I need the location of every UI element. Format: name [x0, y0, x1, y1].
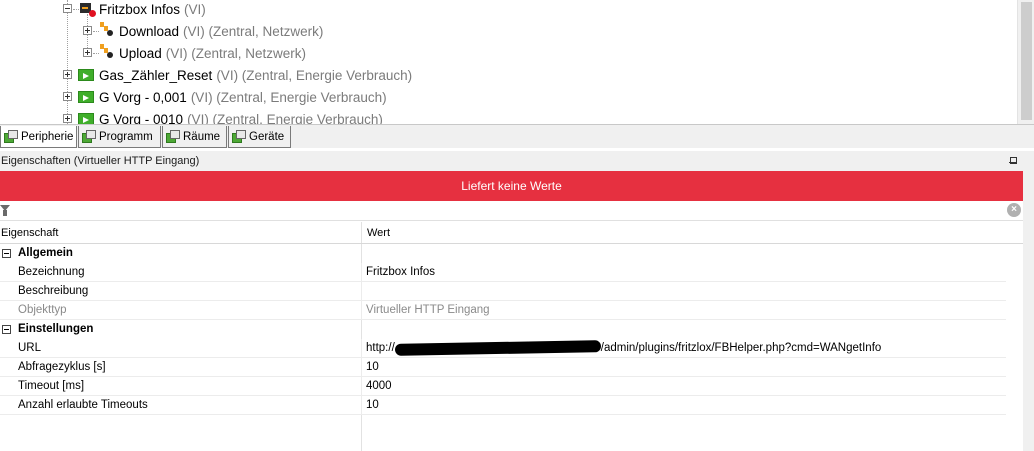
geraete-icon	[232, 130, 246, 143]
tab-label: Peripherie	[21, 130, 74, 143]
object-tree: Fritzbox Infos (VI) Download (VI) (Zentr…	[0, 0, 1034, 124]
scrollbar-thumb[interactable]	[1021, 2, 1032, 120]
tree-item-fritzbox-infos[interactable]: Fritzbox Infos (VI)	[99, 0, 206, 20]
tree-item-label: Fritzbox Infos	[99, 1, 181, 17]
tree-guide-line	[67, 0, 68, 124]
property-key: Bezeichnung	[18, 266, 85, 278]
tree-item-label: Download	[119, 23, 180, 39]
tree-item-label: Gas_Zähler_Reset	[99, 67, 213, 83]
tree-item-upload[interactable]: Upload (VI) (Zentral, Netzwerk)	[119, 42, 306, 64]
column-header-property[interactable]: Eigenschaft	[1, 222, 58, 244]
tree-item-label: Upload	[119, 45, 162, 61]
column-header-value[interactable]: Wert	[367, 222, 390, 244]
tab-label: Programm	[99, 130, 153, 143]
collapse-icon[interactable]	[2, 249, 11, 258]
tab-peripherie[interactable]: Peripherie	[0, 126, 77, 148]
pin-icon[interactable]	[1009, 157, 1017, 165]
status-banner: Liefert keine Werte	[0, 171, 1023, 201]
collapse-icon[interactable]	[63, 4, 72, 13]
tab-programm[interactable]: Programm	[78, 126, 161, 148]
tree-item-download[interactable]: Download (VI) (Zentral, Netzwerk)	[119, 20, 323, 42]
tree-item-g-vorg-0001[interactable]: G Vorg - 0,001 (VI) (Zentral, Energie Ve…	[99, 86, 387, 108]
virtual-input-icon	[99, 44, 113, 60]
property-key: URL	[18, 342, 42, 354]
property-value[interactable]: 10	[366, 396, 379, 415]
filter-icon[interactable]	[0, 205, 10, 217]
tree-scrollbar[interactable]	[1017, 0, 1034, 124]
property-row-url[interactable]: URL http:// /admin/plugins/fritzlox/FBHel…	[0, 339, 1006, 358]
category-label: Einstellungen	[18, 323, 94, 335]
property-row-bezeichnung[interactable]: Bezeichnung Fritzbox Infos	[0, 263, 1006, 282]
tab-label: Räume	[183, 130, 221, 143]
tree-item-gas-zaehler-reset[interactable]: Gas_Zähler_Reset (VI) (Zentral, Energie …	[99, 64, 412, 86]
redaction-mark	[394, 340, 601, 356]
tree-item-label: G Vorg - 0010	[99, 111, 184, 125]
tree-item-g-vorg-0010[interactable]: G Vorg - 0010 (VI) (Zentral, Energie Ver…	[99, 108, 383, 125]
clear-filter-icon[interactable]: ×	[1007, 203, 1021, 217]
grid-header: Eigenschaft Wert	[0, 222, 1023, 244]
property-value: Virtueller HTTP Eingang	[366, 304, 490, 316]
tab-label: Geräte	[249, 130, 285, 143]
expand-icon[interactable]	[63, 70, 72, 79]
url-suffix: /admin/plugins/fritzlox/FBHelper.php?cmd…	[600, 342, 882, 354]
category-einstellungen[interactable]: Einstellungen	[0, 320, 1023, 339]
virtual-input-error-icon	[80, 2, 96, 17]
properties-title: Eigenschaften (Virtueller HTTP Eingang)	[1, 155, 200, 167]
properties-panel-header: Eigenschaften (Virtueller HTTP Eingang)	[0, 151, 1034, 171]
tab-raeume[interactable]: Räume	[162, 126, 227, 148]
tree-item-meta: (VI) (Zentral, Energie Verbrauch)	[216, 67, 413, 83]
virtual-input-icon	[78, 91, 94, 103]
url-prefix: http://	[366, 342, 395, 354]
tree-item-meta: (VI)	[184, 1, 206, 17]
virtual-input-icon	[78, 113, 94, 124]
property-row-beschreibung[interactable]: Beschreibung	[0, 282, 1006, 301]
expand-icon[interactable]	[63, 92, 72, 101]
virtual-input-icon	[99, 22, 113, 38]
tree-guide-line	[73, 9, 79, 10]
programm-icon	[82, 130, 96, 143]
tree-item-label: G Vorg - 0,001	[99, 89, 187, 105]
property-value[interactable]: Fritzbox Infos	[366, 263, 435, 282]
category-allgemein[interactable]: Allgemein	[0, 244, 1023, 263]
property-value[interactable]: 4000	[366, 377, 392, 396]
property-row-abfragezyklus[interactable]: Abfragezyklus [s] 10	[0, 358, 1006, 377]
property-row-objekttyp: Objekttyp Virtueller HTTP Eingang	[0, 301, 1006, 320]
tab-geraete[interactable]: Geräte	[228, 126, 291, 148]
property-key: Abfragezyklus [s]	[18, 361, 106, 373]
property-key: Beschreibung	[18, 285, 89, 297]
tree-item-meta: (VI) (Zentral, Energie Verbrauch)	[190, 89, 387, 105]
tree-item-meta: (VI) (Zentral, Netzwerk)	[183, 23, 324, 39]
property-grid: Eigenschaft Wert Allgemein Bezeichnung F…	[0, 222, 1023, 451]
property-key: Anzahl erlaubte Timeouts	[18, 399, 148, 411]
peripherie-icon	[4, 130, 18, 143]
property-key: Objekttyp	[18, 304, 67, 316]
category-label: Allgemein	[18, 247, 73, 259]
property-value[interactable]: 10	[366, 358, 379, 377]
tab-bar: Peripherie Programm Räume Geräte	[0, 124, 1034, 148]
collapse-icon[interactable]	[2, 325, 11, 334]
panel-scrollbar[interactable]	[1023, 151, 1034, 451]
property-value[interactable]: http:// /admin/plugins/fritzlox/FBHelper.…	[366, 339, 881, 358]
property-row-anzahl-timeouts[interactable]: Anzahl erlaubte Timeouts 10	[0, 396, 1006, 415]
raeume-icon	[166, 130, 180, 143]
property-row-timeout[interactable]: Timeout [ms] 4000	[0, 377, 1006, 396]
tree-item-meta: (VI) (Zentral, Energie Verbrauch)	[187, 111, 383, 125]
expand-icon[interactable]	[83, 48, 92, 57]
tree-item-meta: (VI) (Zentral, Netzwerk)	[165, 45, 307, 61]
property-key: Timeout [ms]	[18, 380, 85, 392]
expand-icon[interactable]	[63, 114, 72, 123]
virtual-input-icon	[78, 69, 94, 81]
filter-bar[interactable]	[0, 201, 1023, 221]
expand-icon[interactable]	[83, 26, 92, 35]
